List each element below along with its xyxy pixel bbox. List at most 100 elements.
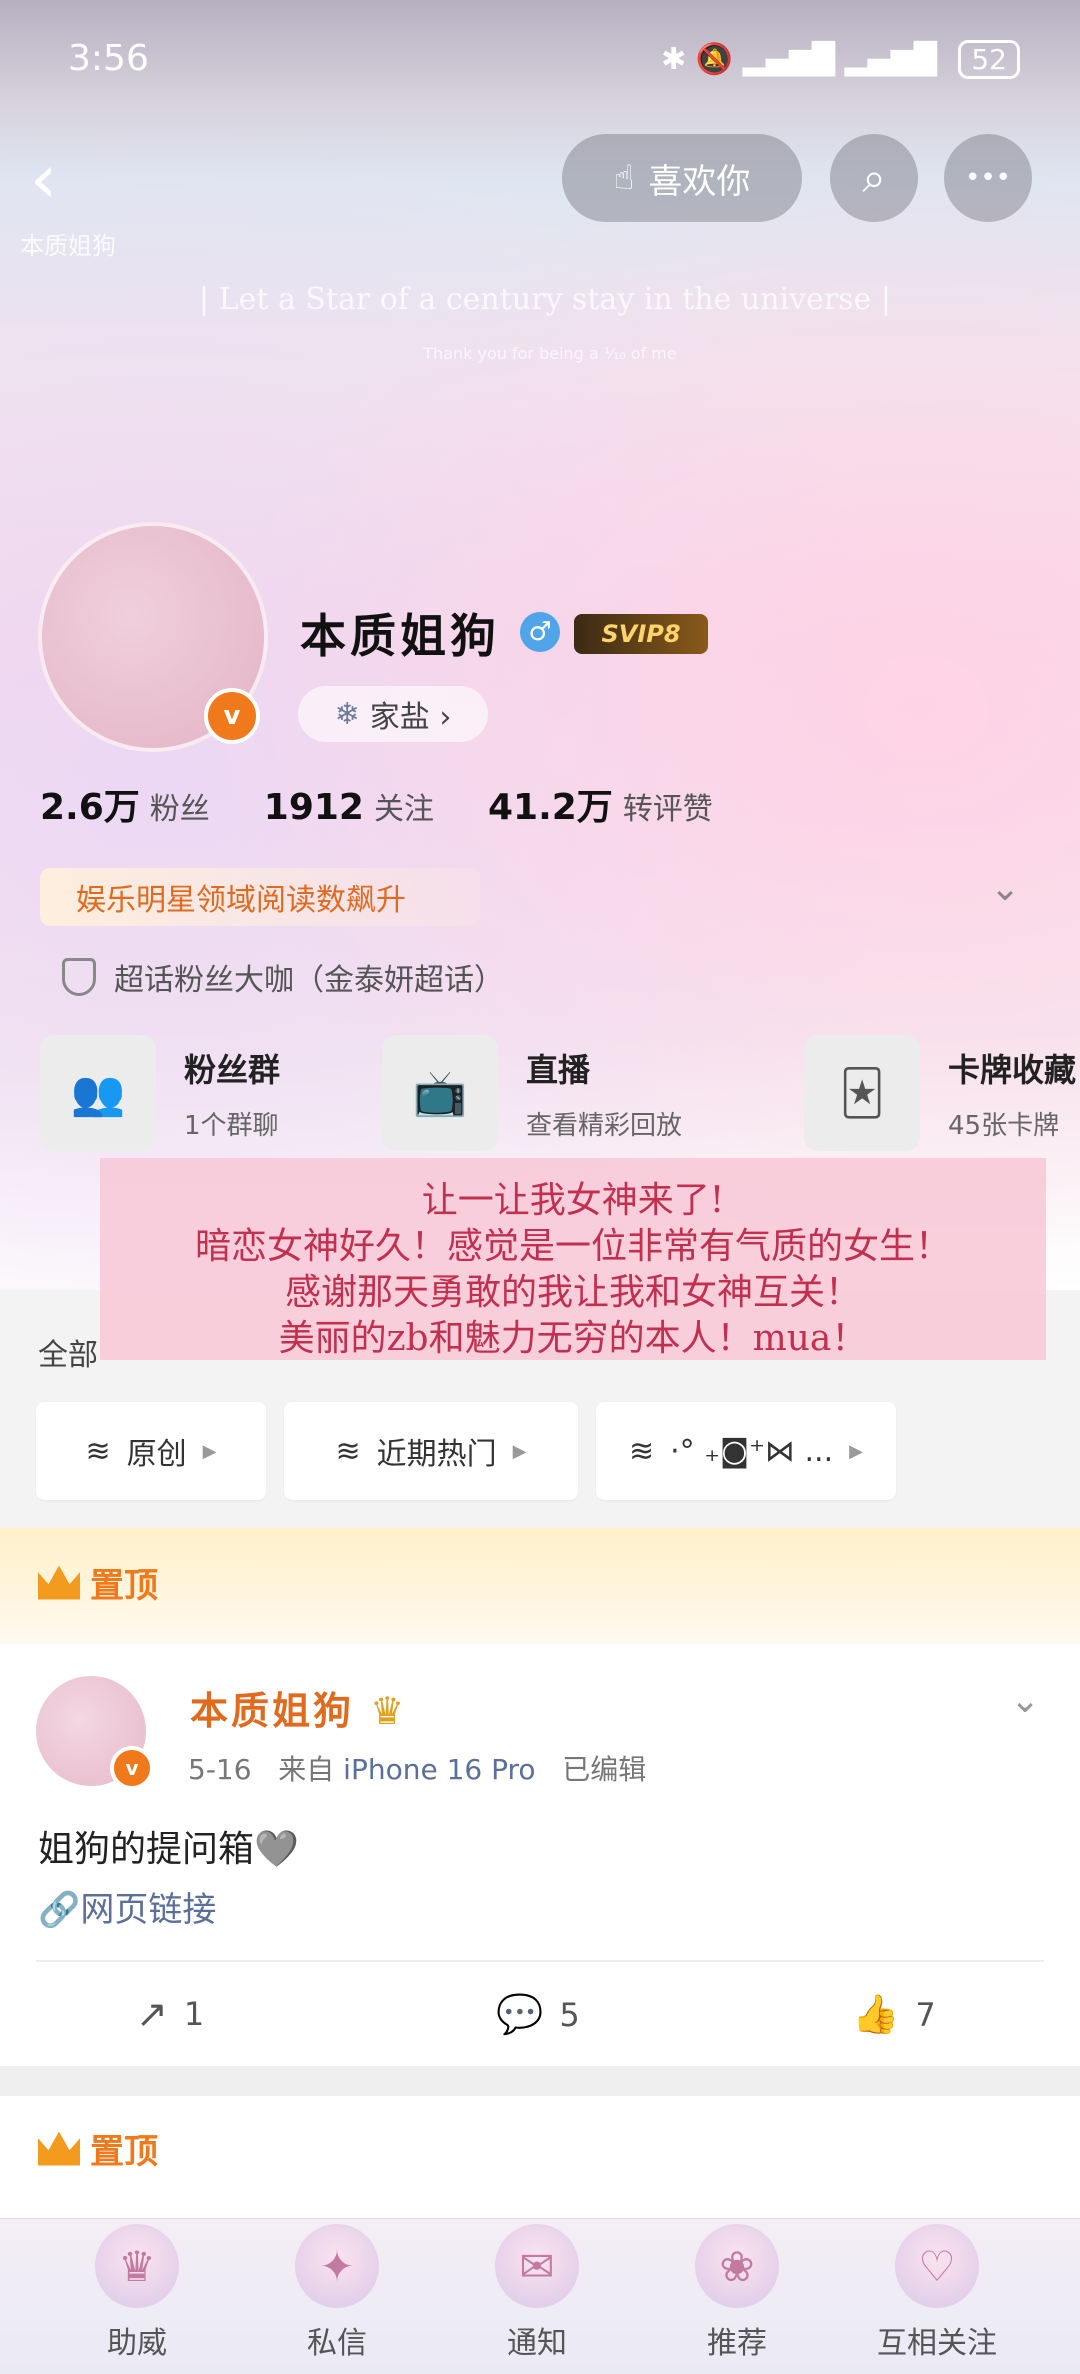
flower-icon: ❀ — [695, 2224, 779, 2308]
filter-chip-original[interactable]: ≋ 原创 ▶ — [36, 1402, 266, 1500]
status-time: 3:56 — [68, 38, 149, 79]
tab-label: 助威 — [107, 2326, 167, 2361]
more-button[interactable]: ••• — [944, 134, 1032, 222]
back-button[interactable]: ‹ — [30, 140, 90, 220]
overlay-line: 让一让我女神来了! — [421, 1180, 725, 1221]
post-edited: 已编辑 — [562, 1753, 647, 1786]
post-card[interactable] — [0, 2096, 1080, 2226]
more-icon: ••• — [964, 163, 1011, 193]
family-label: 家盐 › — [369, 700, 452, 735]
pinned-label: 置顶 — [38, 2124, 158, 2173]
layers-icon: ≋ — [85, 1433, 111, 1469]
superfan-label: 超话粉丝大咖（金泰妍超话） — [114, 963, 504, 998]
crown-badge-icon: ♛ — [370, 1689, 408, 1733]
chevron-down-icon[interactable]: ⌄ — [1010, 1680, 1040, 1721]
repost-button[interactable]: ↗ 1 — [136, 1992, 204, 2036]
layers-icon: ≋ — [335, 1433, 361, 1469]
overlay-line: 暗恋女神好久！感觉是一位非常有气质的女生！ — [194, 1226, 951, 1267]
signal-icon: ▂▄▆█ — [742, 42, 835, 77]
comment-icon: 💬 — [496, 1992, 544, 2036]
verified-badge-icon: v — [110, 1746, 154, 1790]
like-you-button[interactable]: ☝ 喜欢你 — [562, 134, 802, 222]
shield-icon — [62, 958, 96, 996]
feature-subtitle: 查看精彩回放 — [526, 1110, 683, 1141]
bluetooth-icon: ✱ — [661, 42, 687, 77]
snowflake-icon: ❄ — [334, 696, 360, 732]
envelope-icon: ✉ — [495, 2224, 579, 2308]
feature-live[interactable]: 📺 直播 查看精彩回放 — [382, 1034, 682, 1152]
profile-name: 本质姐狗 — [300, 609, 500, 663]
search-button[interactable]: ⌕ — [830, 134, 918, 222]
star-icon: ✦ — [295, 2224, 379, 2308]
stat-number: 41.2万 — [487, 787, 613, 828]
status-icons: ✱ 🔕 ▂▄▆█ ▂▄▆█ 52 — [661, 40, 1020, 79]
feature-title: 粉丝群 — [184, 1050, 281, 1089]
tab-glyph: ✦ — [319, 2241, 355, 2291]
stat-interactions[interactable]: 41.2万 转评赞 — [488, 778, 713, 830]
crown-icon — [38, 1565, 80, 1600]
chip-label: ·° ₊◙⁺⋈ ... — [670, 1433, 834, 1469]
tab-mutual-follow[interactable]: ♡ 互相关注 — [862, 2224, 1012, 2362]
verified-badge-icon: v — [204, 688, 260, 744]
chevron-down-icon[interactable]: ⌄ — [990, 868, 1020, 909]
tab-cheer[interactable]: ♛ 助威 — [62, 2224, 212, 2362]
stat-label: 转评赞 — [622, 792, 713, 827]
stat-following[interactable]: 1912 关注 — [264, 784, 434, 828]
repost-count: 1 — [183, 1995, 205, 2033]
fan-group-icon: 👥 — [40, 1035, 156, 1151]
tab-recommend[interactable]: ❀ 推荐 — [662, 2224, 812, 2362]
stat-number: 1912 — [263, 787, 364, 828]
reading-surge-tag[interactable]: 娱乐明星领域阅读数飙升 — [40, 868, 480, 926]
feature-subtitle: 45张卡牌 — [948, 1110, 1060, 1141]
male-icon: ♂ — [520, 612, 560, 652]
tab-glyph: ♡ — [918, 2241, 956, 2291]
tab-glyph: ❀ — [719, 2241, 755, 2291]
tab-notifications[interactable]: ✉ 通知 — [462, 2224, 612, 2362]
heart-icon: ♡ — [895, 2224, 979, 2308]
tv-glyph: 📺 — [412, 1068, 468, 1119]
comment-button[interactable]: 💬 5 — [496, 1992, 580, 2037]
like-button[interactable]: 👍 7 — [852, 1992, 936, 2037]
stat-label: 粉丝 — [149, 792, 210, 827]
verified-badge-label: v — [125, 1756, 139, 1780]
header-watermark-name: 本质姐狗 — [20, 232, 116, 260]
overlay-note: 让一让我女神来了! 暗恋女神好久！感觉是一位非常有气质的女生！ 感谢那天勇敢的我… — [100, 1158, 1046, 1360]
card-glyph: 🃏 — [839, 1067, 885, 1119]
tab-label: 私信 — [307, 2326, 367, 2361]
tab-glyph: ♛ — [118, 2241, 156, 2291]
overlay-line: 感谢那天勇敢的我让我和女神互关！ — [284, 1272, 861, 1313]
feature-fan-group[interactable]: 👥 粉丝群 1个群聊 — [40, 1034, 280, 1152]
post-link[interactable]: 🔗网页链接 — [38, 1882, 216, 1931]
pinned-label: 置顶 — [38, 1558, 158, 1607]
like-count: 7 — [915, 1995, 936, 2034]
tab-messages[interactable]: ✦ 私信 — [262, 2224, 412, 2362]
triangle-right-icon: ▶ — [849, 1440, 863, 1462]
filter-chip-custom[interactable]: ≋ ·° ₊◙⁺⋈ ... ▶ — [596, 1402, 896, 1500]
post-from: 来自 — [278, 1753, 335, 1786]
triangle-right-icon: ▶ — [512, 1440, 527, 1462]
post-author[interactable]: 本质姐狗 ♛ — [190, 1680, 407, 1735]
superfan-row[interactable]: 超话粉丝大咖（金泰妍超话） — [62, 955, 504, 999]
status-bar: 3:56 ✱ 🔕 ▂▄▆█ ▂▄▆█ 52 — [0, 30, 1080, 90]
filter-chip-hot[interactable]: ≋ 近期热门 ▶ — [284, 1402, 578, 1500]
fan-group-glyph: 👥 — [70, 1068, 126, 1119]
tab-glyph: ✉ — [519, 2241, 555, 2291]
svip-label: SVIP8 — [601, 620, 681, 648]
all-posts-label[interactable]: 全部 — [38, 1330, 98, 1374]
post-date: 5-16 — [188, 1753, 252, 1786]
card-icon: 🃏 — [804, 1035, 920, 1151]
tab-label: 互相关注 — [877, 2326, 997, 2361]
pinned-text: 置顶 — [90, 2132, 158, 2172]
family-button[interactable]: ❄ 家盐 › — [298, 686, 488, 742]
tab-label: 通知 — [507, 2326, 567, 2361]
feature-card-collection[interactable]: 🃏 卡牌收藏 45张卡牌 — [804, 1034, 1076, 1152]
chip-label: 近期热门 — [376, 1437, 497, 1472]
battery-level: 52 — [971, 43, 1007, 76]
repost-icon: ↗ — [136, 1992, 168, 2036]
svip-badge[interactable]: SVIP8 — [574, 614, 708, 654]
stat-followers[interactable]: 2.6万 粉丝 — [40, 778, 210, 830]
stat-number: 2.6万 — [40, 787, 140, 828]
like-you-label: 喜欢你 — [648, 161, 751, 202]
battery-icon: 52 — [958, 40, 1020, 79]
divider — [36, 1960, 1044, 1962]
